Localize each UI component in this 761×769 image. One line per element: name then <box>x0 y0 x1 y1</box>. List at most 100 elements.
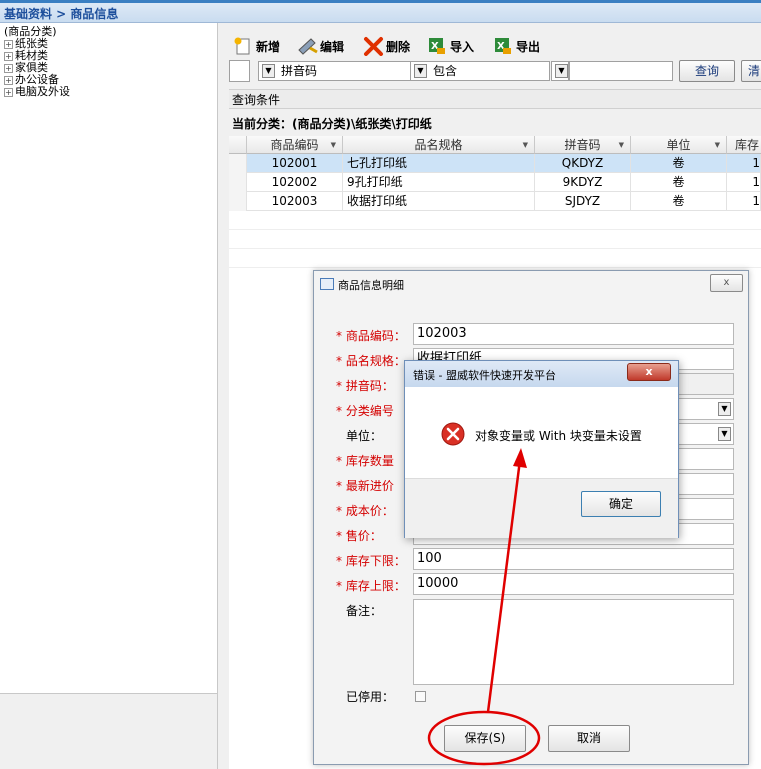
column-label: 拼音码 <box>564 138 601 152</box>
filter-value-input[interactable] <box>569 61 673 81</box>
dropdown-icon[interactable]: ▼ <box>262 64 275 78</box>
column-label: 商品编码 <box>270 138 319 152</box>
excel-export-icon: X <box>493 36 513 56</box>
sort-icon[interactable]: ▼ <box>331 136 336 154</box>
filter-blank[interactable] <box>229 60 250 82</box>
table-row[interactable]: 102002 9孔打印纸 9KDYZ 卷 1 <box>229 173 761 192</box>
filter-value-dropdown[interactable]: ▼ <box>551 61 569 81</box>
splitter[interactable] <box>217 23 229 769</box>
save-button[interactable]: 保存(S) <box>444 725 526 752</box>
column-label: 品名规格 <box>414 138 463 152</box>
filter-operator-value: 包含 <box>433 64 458 78</box>
category-label: * 分类编号 <box>336 404 394 418</box>
expand-icon[interactable]: + <box>4 63 13 73</box>
dialog-title: 商品信息明细 <box>338 279 404 292</box>
cell-code[interactable]: 102002 <box>247 173 343 192</box>
row-selector[interactable] <box>229 173 247 192</box>
disabled-label: 已停用： <box>346 690 395 704</box>
dropdown-icon[interactable]: ▼ <box>414 64 427 78</box>
price-label: * 售价： <box>336 529 382 543</box>
breadcrumb: 基础资料 > 商品信息 <box>4 7 119 21</box>
cell-pinyin[interactable]: 9KDYZ <box>535 173 631 192</box>
cell-name[interactable]: 七孔打印纸 <box>343 154 535 173</box>
delete-icon <box>363 36 383 56</box>
import-button[interactable]: X 导入 <box>427 33 474 59</box>
code-field[interactable]: 102003 <box>413 323 734 345</box>
row-selector[interactable] <box>229 192 247 211</box>
unit-label: 单位： <box>346 429 383 443</box>
edit-label: 编辑 <box>320 39 345 54</box>
column-header-name[interactable]: 品名规格 ▼ <box>343 136 535 154</box>
column-header-unit[interactable]: 单位 ▼ <box>631 136 727 154</box>
edit-button[interactable]: 编辑 <box>297 33 344 59</box>
form-icon <box>320 278 334 290</box>
cell-pinyin[interactable]: SJDYZ <box>535 192 631 211</box>
query-button[interactable]: 查询 <box>679 60 735 82</box>
tree-item-label: 电脑及外设 <box>15 85 70 98</box>
expand-icon[interactable]: + <box>4 51 13 61</box>
cell-code[interactable]: 102003 <box>247 192 343 211</box>
dropdown-icon[interactable]: ▼ <box>718 402 731 416</box>
remark-textarea[interactable] <box>413 599 734 685</box>
new-button[interactable]: 新增 <box>233 33 280 59</box>
min-stock-label: * 库存下限： <box>336 554 406 568</box>
filter-operator-select[interactable]: ▼ 包含 <box>410 61 550 81</box>
new-icon <box>233 36 253 56</box>
table-row[interactable]: 102001 七孔打印纸 QKDYZ 卷 1 <box>229 154 761 173</box>
min-stock-field[interactable]: 100 <box>413 548 734 570</box>
expand-icon[interactable]: + <box>4 75 13 85</box>
table-row-empty <box>229 230 761 249</box>
filter-field-select[interactable]: ▼ 拼音码 <box>258 61 418 81</box>
tree-item[interactable]: + 电脑及外设 <box>4 86 70 98</box>
cell-stock[interactable]: 1 <box>727 154 761 173</box>
delete-button[interactable]: 删除 <box>363 33 410 59</box>
disabled-checkbox[interactable] <box>415 691 426 702</box>
delete-label: 删除 <box>386 39 411 54</box>
pinyin-label: * 拼音码： <box>336 379 394 393</box>
cell-name[interactable]: 9孔打印纸 <box>343 173 535 192</box>
max-stock-field[interactable]: 10000 <box>413 573 734 595</box>
error-titlebar: 错误 - 盟威软件快速开发平台 x <box>405 361 678 387</box>
cell-stock[interactable]: 1 <box>727 173 761 192</box>
tree-footer <box>0 693 217 769</box>
cell-name[interactable]: 收据打印纸 <box>343 192 535 211</box>
row-selector[interactable] <box>229 154 247 173</box>
category-tree: (商品分类) + 纸张类 + 耗材类 + 家俱类 + 办公设备 + 电脑及外设 <box>0 23 217 693</box>
dropdown-icon[interactable]: ▼ <box>718 427 731 441</box>
close-button[interactable]: x <box>710 274 743 292</box>
stock-label: * 库存数量 <box>336 454 394 468</box>
cell-pinyin[interactable]: QKDYZ <box>535 154 631 173</box>
remark-label: 备注： <box>346 604 383 618</box>
code-label: * 商品编码： <box>336 329 406 343</box>
column-header-code[interactable]: 商品编码 ▼ <box>247 136 343 154</box>
row-selector-header <box>229 136 247 154</box>
cancel-button[interactable]: 取消 <box>548 725 630 752</box>
dropdown-icon[interactable]: ▼ <box>555 64 568 78</box>
breadcrumb-bar: 基础资料 > 商品信息 <box>0 0 761 23</box>
column-header-pinyin[interactable]: 拼音码 ▼ <box>535 136 631 154</box>
error-dialog: 错误 - 盟威软件快速开发平台 x 对象变量或 With 块变量未设置 确定 <box>404 360 679 538</box>
cell-unit[interactable]: 卷 <box>631 154 727 173</box>
table-row-empty <box>229 249 761 268</box>
query-conditions-label: 查询条件 <box>232 93 281 107</box>
table-row[interactable]: 102003 收据打印纸 SJDYZ 卷 1 <box>229 192 761 211</box>
cell-unit[interactable]: 卷 <box>631 192 727 211</box>
cell-unit[interactable]: 卷 <box>631 173 727 192</box>
error-close-button[interactable]: x <box>627 363 671 381</box>
export-label: 导出 <box>516 39 541 54</box>
name-label: * 品名规格： <box>336 354 406 368</box>
expand-icon[interactable]: + <box>4 39 13 49</box>
sort-icon[interactable]: ▼ <box>523 136 528 154</box>
cell-stock[interactable]: 1 <box>727 192 761 211</box>
error-message: 对象变量或 With 块变量未设置 <box>475 429 642 443</box>
sort-icon[interactable]: ▼ <box>619 136 624 154</box>
clear-button[interactable]: 清 <box>741 60 761 82</box>
error-title: 错误 - 盟威软件快速开发平台 <box>413 369 556 382</box>
ok-button[interactable]: 确定 <box>581 491 661 517</box>
expand-icon[interactable]: + <box>4 87 13 97</box>
export-button[interactable]: X 导出 <box>493 33 540 59</box>
column-header-stock[interactable]: 库存 <box>727 136 761 154</box>
cost-label: * 成本价： <box>336 504 394 518</box>
cell-code[interactable]: 102001 <box>247 154 343 173</box>
sort-icon[interactable]: ▼ <box>715 136 720 154</box>
